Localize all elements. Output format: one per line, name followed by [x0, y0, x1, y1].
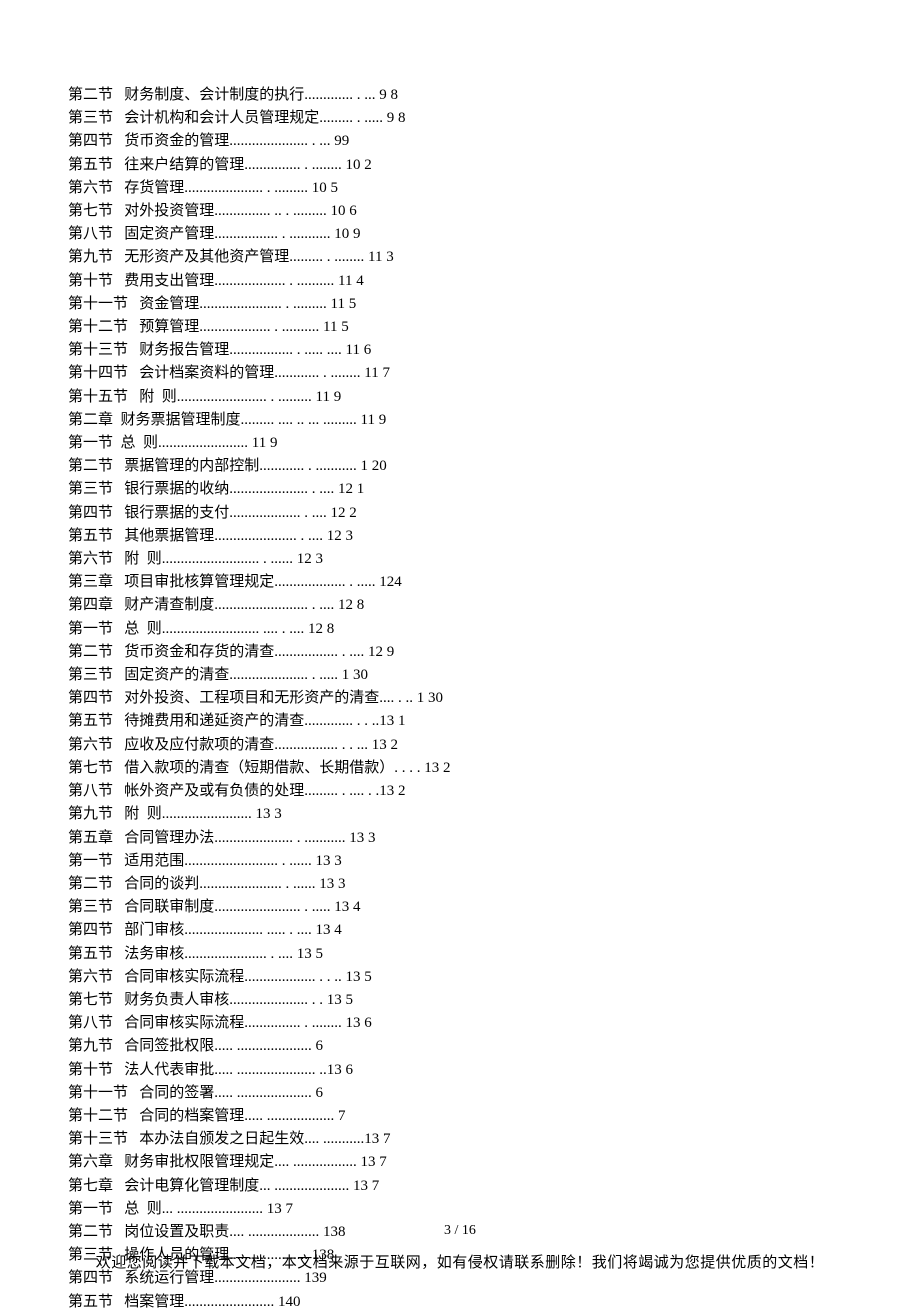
toc-line: 第十三节 本办法自颁发之日起生效.... ...........13 7: [68, 1128, 852, 1151]
toc-line: 第一节 总 则........................ 11 9: [68, 432, 852, 455]
toc-line: 第六节 合同审核实际流程................... . . .. 1…: [68, 966, 852, 989]
toc-line: 第十二节 预算管理................... . .........…: [68, 316, 852, 339]
toc-line: 第五章 合同管理办法..................... . ......…: [68, 827, 852, 850]
toc-line: 第八节 帐外资产及或有负债的处理......... . .... . .13 2: [68, 780, 852, 803]
toc-line: 第六节 附 则.......................... . ....…: [68, 548, 852, 571]
toc-line: 第四节 对外投资、工程项目和无形资产的清查.... . .. 1 30: [68, 687, 852, 710]
toc-line: 第五节 档案管理........................ 140: [68, 1291, 852, 1314]
toc-line: 第九节 合同签批权限..... .................... 6: [68, 1035, 852, 1058]
toc-line: 第七章 会计电算化管理制度... .................... 13…: [68, 1175, 852, 1198]
footer-text: 欢迎您阅读并下载本文档，本文档来源于互联网，如有侵权请联系删除！我们将竭诚为您提…: [0, 1251, 920, 1272]
toc-line: 第十一节 资金管理...................... . ......…: [68, 293, 852, 316]
toc-line: 第二节 票据管理的内部控制............ . ........... …: [68, 455, 852, 478]
toc-line: 第十节 法人代表审批..... ..................... ..…: [68, 1059, 852, 1082]
toc-line: 第二章 财务票据管理制度......... .... .. ... ......…: [68, 409, 852, 432]
toc-line: 第八节 合同审核实际流程............... . ........ 1…: [68, 1012, 852, 1035]
toc-line: 第九节 附 则........................ 13 3: [68, 803, 852, 826]
toc-line: 第十五节 附 则........................ . .....…: [68, 386, 852, 409]
toc-line: 第三节 固定资产的清查..................... . .....…: [68, 664, 852, 687]
toc-line: 第六节 存货管理..................... . ........…: [68, 177, 852, 200]
toc-line: 第三节 合同联审制度....................... . ....…: [68, 896, 852, 919]
toc-line: 第四章 财产清查制度......................... . ..…: [68, 594, 852, 617]
toc-line: 第六章 财务审批权限管理规定.... ................. 13 …: [68, 1151, 852, 1174]
toc-line: 第七节 财务负责人审核..................... . . 13 …: [68, 989, 852, 1012]
toc-line: 第四节 货币资金的管理..................... . ... 9…: [68, 130, 852, 153]
toc-line: 第二节 财务制度、会计制度的执行............. . ... 9 8: [68, 84, 852, 107]
toc-line: 第四节 银行票据的支付................... . .... 12…: [68, 502, 852, 525]
toc-line: 第七节 对外投资管理............... .. . .........…: [68, 200, 852, 223]
toc-line: 第十二节 合同的档案管理..... .................. 7: [68, 1105, 852, 1128]
toc-line: 第八节 固定资产管理................. . ..........…: [68, 223, 852, 246]
toc-line: 第九节 无形资产及其他资产管理......... . ........ 11 3: [68, 246, 852, 269]
toc-line: 第七节 借入款项的清查（短期借款、长期借款）. . . . 13 2: [68, 757, 852, 780]
toc-line: 第三节 会计机构和会计人员管理规定......... . ..... 9 8: [68, 107, 852, 130]
toc-line: 第一节 适用范围......................... . ....…: [68, 850, 852, 873]
toc-line: 第三节 银行票据的收纳..................... . .... …: [68, 478, 852, 501]
toc-line: 第六节 应收及应付款项的清查................. . . ... …: [68, 734, 852, 757]
toc-line: 第十三节 财务报告管理................. . ..... ...…: [68, 339, 852, 362]
toc-content: 第二节 财务制度、会计制度的执行............. . ... 9 8第…: [0, 0, 920, 1314]
page-footer: 3 / 16 欢迎您阅读并下载本文档，本文档来源于互联网，如有侵权请联系删除！我…: [0, 1223, 920, 1272]
toc-line: 第二节 合同的谈判...................... . ......…: [68, 873, 852, 896]
toc-line: 第五节 其他票据管理...................... . .... …: [68, 525, 852, 548]
page-number: 3 / 16: [0, 1223, 920, 1239]
toc-line: 第十节 费用支出管理................... . ........…: [68, 270, 852, 293]
toc-line: 第五节 法务审核...................... . .... 13…: [68, 943, 852, 966]
toc-line: 第五节 往来户结算的管理............... . ........ 1…: [68, 154, 852, 177]
toc-line: 第十一节 合同的签署..... .................... 6: [68, 1082, 852, 1105]
toc-line: 第一节 总 则... ....................... 13 7: [68, 1198, 852, 1221]
toc-line: 第一节 总 则.......................... .... .…: [68, 618, 852, 641]
toc-line: 第五节 待摊费用和递延资产的清查............. . . ..13 1: [68, 710, 852, 733]
toc-line: 第三章 项目审批核算管理规定................... . ....…: [68, 571, 852, 594]
toc-line: 第四节 部门审核..................... ..... . ..…: [68, 919, 852, 942]
toc-line: 第十四节 会计档案资料的管理............ . ........ 11…: [68, 362, 852, 385]
toc-line: 第二节 货币资金和存货的清查................. . .... 1…: [68, 641, 852, 664]
